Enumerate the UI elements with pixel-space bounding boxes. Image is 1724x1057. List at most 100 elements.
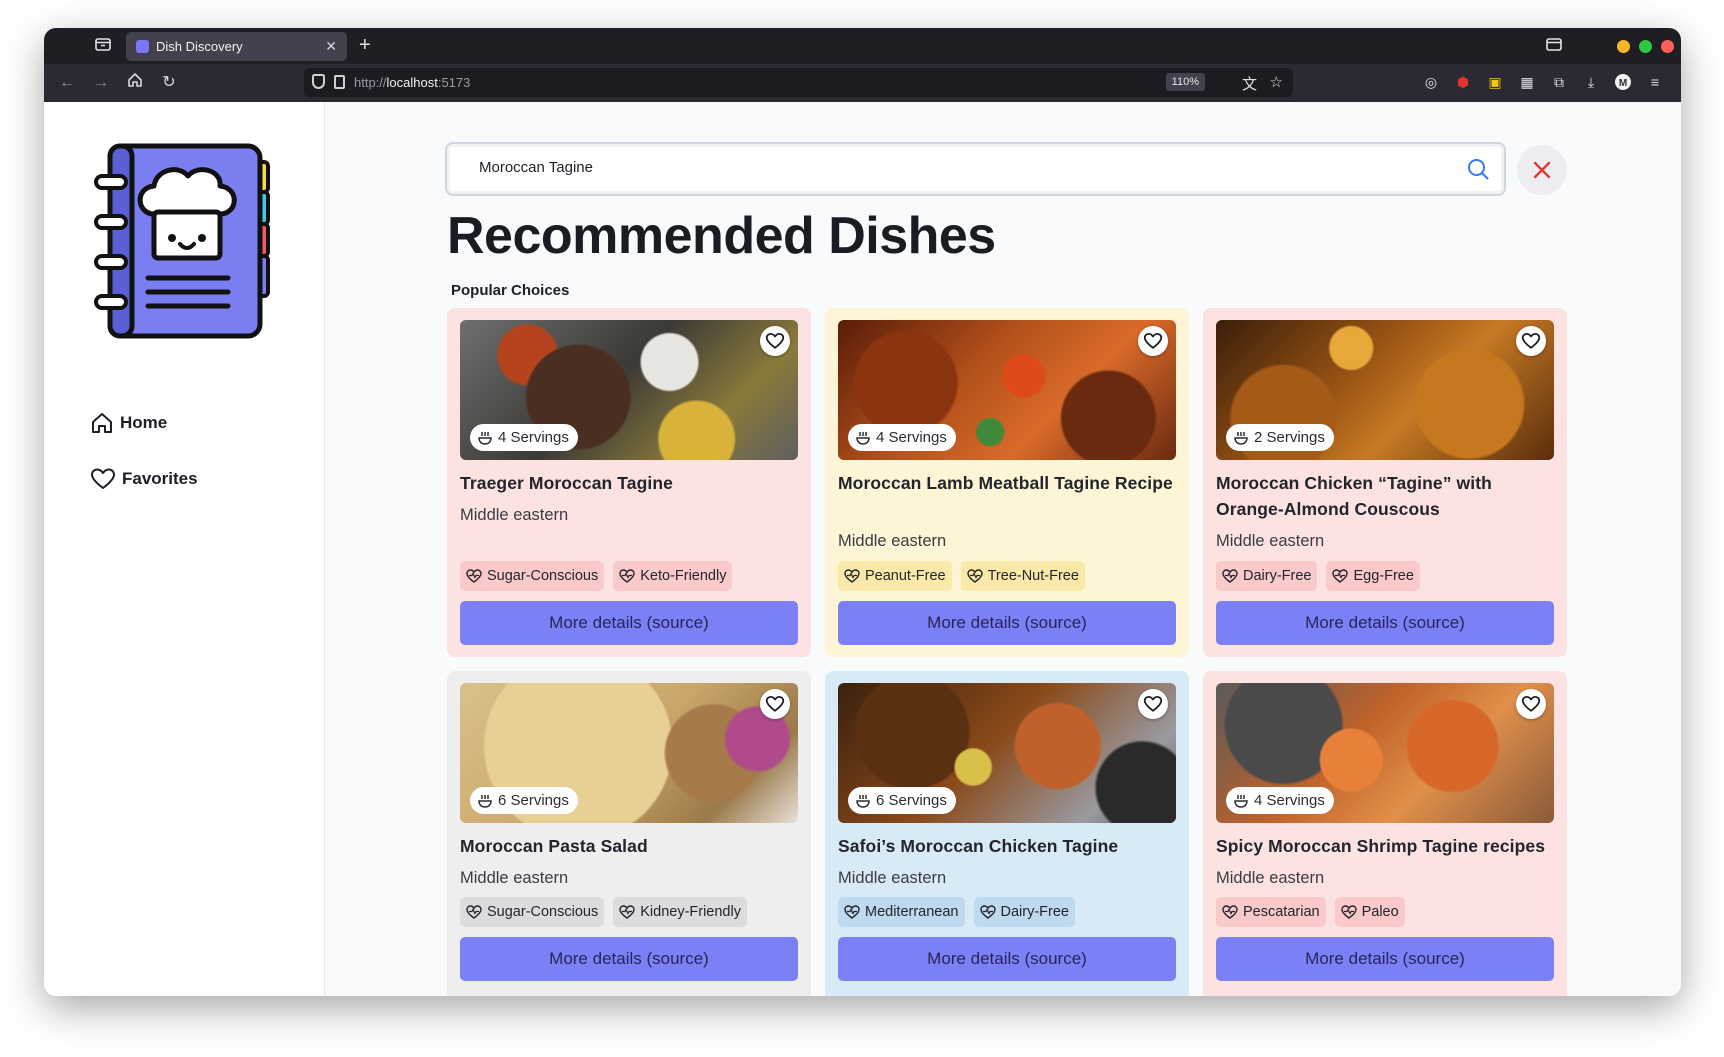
diet-tags: Pescatarian Paleo <box>1216 897 1405 927</box>
tracking-protection-icon[interactable] <box>312 74 325 89</box>
minimize-window-button[interactable] <box>1617 40 1630 53</box>
close-window-button[interactable] <box>1661 40 1674 53</box>
svg-text:M: M <box>1619 78 1627 89</box>
favorite-button[interactable] <box>760 689 790 719</box>
close-tab-icon[interactable]: ✕ <box>325 38 337 55</box>
more-details-button[interactable]: More details (source) <box>460 601 798 645</box>
dish-image: 4 Servings <box>1216 683 1554 823</box>
heart-pulse-icon <box>979 905 996 919</box>
diet-tags: Dairy-Free Egg-Free <box>1216 561 1420 591</box>
heart-pulse-icon <box>1222 905 1238 919</box>
heart-pulse-icon <box>1222 569 1238 583</box>
dish-card: 6 Servings Safoi’s Moroccan Chicken Tagi… <box>825 671 1189 996</box>
clear-search-button[interactable] <box>1517 145 1567 195</box>
url-bar[interactable]: http://localhost:5173 110% 文 ☆ <box>304 68 1293 97</box>
heart-icon <box>765 332 785 349</box>
dish-title: Moroccan Lamb Meatball Tagine Recipe <box>838 473 1173 493</box>
zoom-level[interactable]: 110% <box>1165 73 1205 91</box>
dish-title: Moroccan Pasta Salad <box>460 836 648 856</box>
downloads-icon[interactable]: ⤓ <box>1582 73 1600 91</box>
bowl-icon <box>856 431 870 445</box>
heart-icon <box>765 695 785 712</box>
dish-card: 4 Servings Spicy Moroccan Shrimp Tagine … <box>1203 671 1567 996</box>
favorite-button[interactable] <box>760 326 790 356</box>
search-box <box>445 142 1506 196</box>
diet-tags: Sugar-Conscious Keto-Friendly <box>460 561 733 591</box>
dish-image: 6 Servings <box>838 683 1176 823</box>
favorite-button[interactable] <box>1138 326 1168 356</box>
url-text[interactable]: http://localhost:5173 <box>354 75 470 90</box>
extension-glasses-icon[interactable]: ◎ <box>1422 73 1440 91</box>
favorite-button[interactable] <box>1516 326 1546 356</box>
dish-cuisine: Middle eastern <box>1216 532 1325 550</box>
diet-tag: Tree-Nut-Free <box>960 561 1085 591</box>
favorite-button[interactable] <box>1138 689 1168 719</box>
diet-tag: Paleo <box>1334 897 1405 927</box>
section-label: Popular Choices <box>451 282 570 299</box>
dish-cuisine: Middle eastern <box>838 869 947 887</box>
sidebar-item-favorites[interactable]: Favorites <box>90 464 198 494</box>
sidebar-item-home[interactable]: Home <box>90 408 167 438</box>
more-details-button[interactable]: More details (source) <box>838 937 1176 981</box>
bowl-icon <box>478 794 492 808</box>
account-avatar-icon[interactable]: M <box>1614 73 1632 91</box>
diet-tag: Dairy-Free <box>1216 561 1318 591</box>
heart-pulse-icon <box>966 569 983 583</box>
favorite-button[interactable] <box>1516 689 1546 719</box>
servings-badge: 6 Servings <box>470 787 578 814</box>
dish-title: Moroccan Chicken “Tagine” with Orange-Al… <box>1216 473 1492 519</box>
bowl-icon <box>1234 794 1248 808</box>
bookmark-star-icon[interactable]: ☆ <box>1270 73 1283 91</box>
heart-pulse-icon <box>844 905 860 919</box>
diet-tag: Kidney-Friendly <box>613 897 747 927</box>
search-input[interactable] <box>479 159 1379 176</box>
diet-tags: Peanut-Free Tree-Nut-Free <box>838 561 1085 591</box>
home-icon[interactable] <box>124 72 146 94</box>
more-details-button[interactable]: More details (source) <box>838 601 1176 645</box>
heart-icon <box>1143 332 1163 349</box>
bowl-icon <box>1234 431 1248 445</box>
dish-title: Spicy Moroccan Shrimp Tagine recipes <box>1216 836 1546 856</box>
tab-title: Dish Discovery <box>156 39 243 54</box>
heart-pulse-icon <box>1332 569 1349 583</box>
forward-icon[interactable]: → <box>90 72 112 94</box>
extension-yellow-icon[interactable]: ▣ <box>1486 73 1504 91</box>
diet-tag: Keto-Friendly <box>613 561 733 591</box>
diet-tag: Pescatarian <box>1216 897 1326 927</box>
app-favicon-icon <box>136 40 149 53</box>
maximize-window-button[interactable] <box>1639 40 1652 53</box>
menu-icon[interactable]: ≡ <box>1646 73 1664 91</box>
new-tab-icon[interactable]: + <box>359 34 371 57</box>
sidebar: Home Favorites <box>44 102 325 996</box>
more-details-button[interactable]: More details (source) <box>1216 601 1554 645</box>
tab-bar: Dish Discovery ✕ + <box>44 28 1681 64</box>
servings-badge: 6 Servings <box>848 787 956 814</box>
diet-tag: Dairy-Free <box>973 897 1075 927</box>
dish-cuisine: Middle eastern <box>460 869 569 887</box>
page-info-icon[interactable] <box>334 75 345 89</box>
tab-dish-discovery[interactable]: Dish Discovery ✕ <box>126 32 347 61</box>
reload-icon[interactable]: ↻ <box>158 72 180 94</box>
back-icon[interactable]: ← <box>56 72 78 94</box>
heart-pulse-icon <box>844 569 860 583</box>
servings-badge: 4 Servings <box>848 424 956 451</box>
sidebar-item-label: Home <box>120 413 168 432</box>
extensions-puzzle-icon[interactable]: ⧉ <box>1550 73 1568 91</box>
ublock-icon[interactable]: ⬢ <box>1454 73 1472 91</box>
diet-tag: Egg-Free <box>1326 561 1420 591</box>
heart-icon <box>1521 695 1541 712</box>
servings-badge: 4 Servings <box>1226 787 1334 814</box>
diet-tag: Sugar-Conscious <box>460 897 605 927</box>
more-details-button[interactable]: More details (source) <box>1216 937 1554 981</box>
more-details-button[interactable]: More details (source) <box>460 937 798 981</box>
translate-icon[interactable]: 文 <box>1242 73 1257 94</box>
app-content: Home Favorites Recommended Dishes Popula… <box>44 102 1681 996</box>
extension-grid-icon[interactable]: ▦ <box>1518 73 1536 91</box>
tab-overview-icon[interactable] <box>92 35 114 57</box>
search-icon[interactable] <box>1466 157 1490 181</box>
main-content: Recommended Dishes Popular Choices 4 Ser… <box>325 102 1681 996</box>
list-all-tabs-icon[interactable] <box>1543 35 1565 57</box>
sidebar-item-label: Favorites <box>122 469 198 488</box>
heart-icon <box>91 468 115 489</box>
servings-badge: 2 Servings <box>1226 424 1334 451</box>
